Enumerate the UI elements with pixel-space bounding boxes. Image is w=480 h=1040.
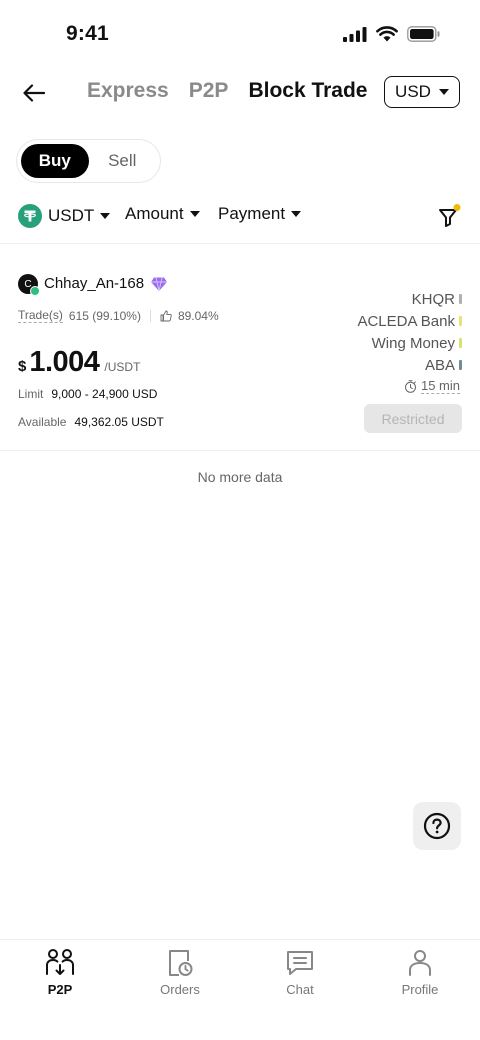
limit-value: 9,000 - 24,900 USD bbox=[51, 387, 158, 401]
payment-time-limit: 15 min bbox=[404, 378, 460, 394]
chevron-down-icon bbox=[189, 211, 200, 217]
payment-filter-label: Payment bbox=[218, 204, 286, 223]
currency-label: USD bbox=[395, 82, 431, 101]
available-row: Available 49,362.05 USDT bbox=[18, 415, 164, 429]
stats-separator bbox=[149, 309, 151, 322]
no-more-data-text: No more data bbox=[197, 469, 283, 485]
chevron-down-icon bbox=[100, 213, 111, 219]
trades-value: 615 (99.10%) bbox=[68, 308, 141, 323]
help-button[interactable] bbox=[413, 802, 461, 850]
divider bbox=[0, 243, 480, 244]
filter-row: USDT Amount Payment bbox=[18, 204, 464, 232]
payment-method-name: KHQR bbox=[411, 290, 455, 308]
status-bar: 9:41 bbox=[0, 0, 480, 70]
back-button[interactable] bbox=[20, 79, 48, 107]
nav-p2p[interactable]: P2P bbox=[0, 948, 120, 997]
payment-color-bar bbox=[459, 360, 462, 370]
sell-tab[interactable]: Sell bbox=[89, 144, 157, 178]
nav-label: Profile bbox=[401, 982, 439, 997]
payment-method: Wing Money bbox=[357, 332, 462, 354]
available-value: 49,362.05 USDT bbox=[74, 415, 164, 429]
trade-mode-tabs: Express P2P Block Trade bbox=[87, 79, 368, 103]
filter-funnel-icon bbox=[439, 204, 461, 227]
price-row: $ 1.004 /USDT bbox=[18, 346, 140, 379]
limit-row: Limit 9,000 - 24,900 USD bbox=[18, 387, 157, 401]
payment-filter[interactable]: Payment bbox=[218, 204, 302, 224]
nav-profile[interactable]: Profile bbox=[360, 948, 480, 997]
profile-icon bbox=[409, 950, 431, 976]
nav-label: Chat bbox=[286, 982, 314, 997]
buy-sell-toggle: Buy Sell bbox=[16, 139, 161, 183]
restricted-button[interactable]: Restricted bbox=[364, 404, 462, 433]
orders-icon bbox=[169, 950, 193, 976]
payment-method: ACLEDA Bank bbox=[357, 310, 462, 332]
price-value: 1.004 bbox=[29, 346, 100, 378]
diamond-badge-icon bbox=[151, 277, 167, 292]
buy-tab[interactable]: Buy bbox=[21, 144, 89, 178]
payment-time-value[interactable]: 15 min bbox=[420, 378, 460, 394]
payment-method-name: ABA bbox=[424, 356, 455, 374]
back-arrow-icon bbox=[23, 84, 45, 102]
chevron-down-icon bbox=[438, 89, 449, 95]
nav-label: Orders bbox=[160, 982, 200, 997]
currency-selector[interactable]: USD bbox=[384, 76, 460, 108]
stopwatch-icon bbox=[404, 379, 416, 393]
status-icons bbox=[343, 26, 440, 42]
wifi-icon bbox=[376, 26, 398, 42]
positive-rate: 89.04% bbox=[177, 308, 219, 323]
price-unit: /USDT bbox=[104, 360, 141, 374]
thumbs-up-icon bbox=[160, 310, 172, 321]
merchant-stats: Trade(s) 615 (99.10%) 89.04% bbox=[18, 308, 219, 323]
payment-method-name: ACLEDA Bank bbox=[357, 312, 455, 330]
tether-icon bbox=[18, 204, 42, 228]
online-status-dot bbox=[30, 286, 40, 296]
price-currency-symbol: $ bbox=[18, 358, 27, 375]
nav-orders[interactable]: Orders bbox=[120, 948, 240, 997]
filter-button[interactable] bbox=[436, 204, 462, 230]
trades-label[interactable]: Trade(s) bbox=[18, 308, 63, 323]
coin-filter-label: USDT bbox=[48, 206, 95, 225]
cellular-signal-icon bbox=[343, 27, 367, 42]
bottom-nav: P2P Orders Chat Profile bbox=[0, 939, 480, 1040]
coin-filter[interactable]: USDT bbox=[18, 204, 111, 228]
amount-filter[interactable]: Amount bbox=[125, 204, 200, 224]
ad-card[interactable]: C Chhay_An-168 Trade(s) 615 (99.10%) 89.… bbox=[0, 262, 480, 450]
header: Express P2P Block Trade USD bbox=[0, 70, 480, 116]
chevron-down-icon bbox=[291, 211, 302, 217]
tab-block-trade[interactable]: Block Trade bbox=[248, 79, 367, 103]
nav-label: P2P bbox=[47, 982, 73, 997]
status-time: 9:41 bbox=[66, 22, 109, 45]
payment-color-bar bbox=[459, 316, 462, 326]
battery-icon bbox=[407, 26, 440, 42]
p2p-users-icon bbox=[46, 949, 74, 975]
payment-method: KHQR bbox=[357, 288, 462, 310]
merchant-name[interactable]: Chhay_An-168 bbox=[44, 275, 144, 292]
payment-methods: KHQR ACLEDA Bank Wing Money ABA bbox=[357, 288, 462, 376]
limit-label: Limit bbox=[18, 387, 44, 401]
chat-icon bbox=[287, 951, 313, 975]
payment-color-bar bbox=[459, 338, 462, 348]
nav-chat[interactable]: Chat bbox=[240, 948, 360, 997]
tab-p2p[interactable]: P2P bbox=[189, 79, 229, 103]
payment-method-name: Wing Money bbox=[371, 334, 455, 352]
divider bbox=[0, 450, 480, 451]
tab-express[interactable]: Express bbox=[87, 79, 169, 103]
payment-color-bar bbox=[459, 294, 462, 304]
amount-filter-label: Amount bbox=[125, 204, 184, 223]
payment-method: ABA bbox=[357, 354, 462, 376]
question-circle-icon bbox=[423, 812, 451, 840]
available-label: Available bbox=[18, 415, 67, 429]
